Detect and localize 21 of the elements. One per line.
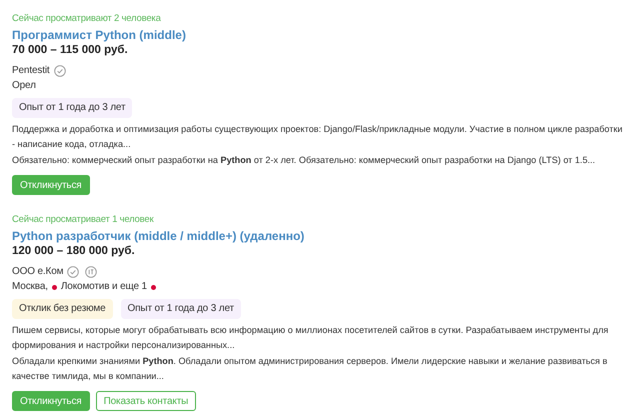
vacancy-title-link[interactable]: Python разработчик (middle / middle+) (удаленно) bbox=[12, 228, 304, 244]
metro-station: Локомотив и еще 1 bbox=[60, 280, 147, 294]
salary: 120 000 – 180 000 руб. bbox=[12, 244, 136, 259]
tag: Опыт от 1 года до 3 лет bbox=[12, 98, 132, 118]
viewers-count: Сейчас просматривает 1 человек bbox=[12, 213, 154, 226]
company-link[interactable]: Pentestit bbox=[12, 64, 50, 78]
description-text: Обязательно: коммерческий опыт разработки на Python от 2-х лет. Обязательно: коммерческий опыт разработки на Django (LTS) от 1.5... bbox=[12, 154, 596, 167]
description-text: Обладали крепкими знаниями Python. Обладали опытом администрирования серверов. Имели лидерские навыки и желание развиваться в качестве тимлида, мы в компании... bbox=[12, 355, 608, 383]
description-text: Пишем сервисы, которые могут обрабатывать всю информацию о миллионах посетителей сайтов в сутки. Разрабатываем инструменты для формирования и настройки персонализированных... bbox=[12, 324, 610, 352]
city: Москва, bbox=[12, 280, 48, 294]
show-contacts-button[interactable]: Показать контакты bbox=[96, 391, 196, 411]
vacancy-title-link[interactable]: Программист Python (middle) bbox=[12, 27, 186, 43]
tag: Опыт от 1 года до 3 лет bbox=[120, 299, 241, 319]
tag: Отклик без резюме bbox=[12, 299, 113, 319]
company-link[interactable]: ООО е.Ком bbox=[12, 265, 64, 279]
description-text: Поддержка и доработка и оптимизация работы существующих проектов: Django/Flask/прикладные модули. Участие в полном цикле разработки - написание кода, отладка... bbox=[12, 123, 624, 151]
salary: 70 000 – 115 000 руб. bbox=[12, 43, 129, 58]
viewers-count: Сейчас просматривают 2 человека bbox=[12, 12, 162, 25]
respond-button[interactable]: Откликнуться bbox=[12, 175, 90, 195]
city: Орел bbox=[12, 79, 36, 93]
respond-button[interactable]: Откликнуться bbox=[12, 391, 90, 411]
